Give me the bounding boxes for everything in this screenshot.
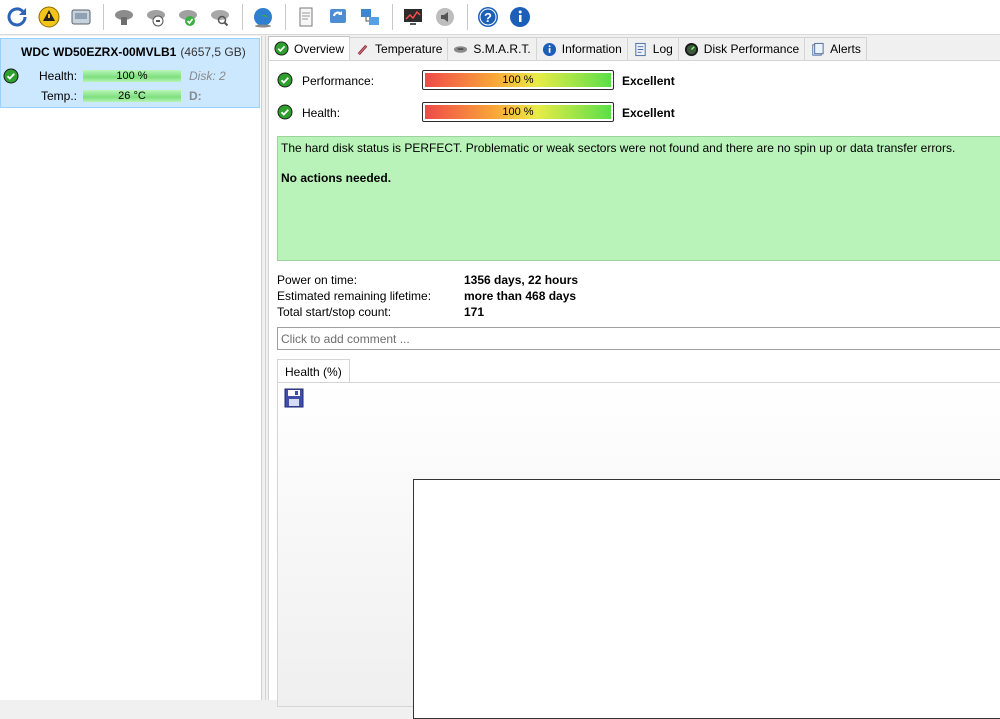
info-icon <box>542 42 556 56</box>
tab-smart[interactable]: S.M.A.R.T. <box>447 37 537 60</box>
performance-label: Performance: <box>302 74 375 88</box>
disk-list-item[interactable]: WDC WD50EZRX-00MVLB1 (4657,5 GB) Health: … <box>0 38 260 108</box>
health-bar-fill: 100 % <box>425 105 611 119</box>
disk-title: WDC WD50EZRX-00MVLB1 (4657,5 GB) <box>21 45 246 59</box>
disk-health-row: Health: 100 % Disk: 2 <box>1 68 259 84</box>
disk-name: WDC WD50EZRX-00MVLB1 <box>21 45 177 59</box>
tab-label: Alerts <box>830 42 861 56</box>
info-key: Estimated remaining lifetime: <box>277 289 432 303</box>
info-icon[interactable] <box>505 2 535 32</box>
performance-verdict: Excellent <box>622 74 675 88</box>
tab-disk-performance[interactable]: Disk Performance <box>677 37 806 60</box>
tab-overview[interactable]: Overview <box>268 36 351 60</box>
monitor-chart-icon[interactable] <box>398 2 428 32</box>
network-icon[interactable] <box>355 2 385 32</box>
status-summary: The hard disk status is PERFECT. Problem… <box>277 136 1000 261</box>
info-row-start-stop: Total start/stop count: 171 <box>277 305 677 321</box>
health-bar: 100 % <box>422 102 614 122</box>
health-mini-bar: 100 % <box>83 70 181 82</box>
toolbar-separator <box>285 4 286 30</box>
performance-bar: 100 % <box>422 70 614 90</box>
health-verdict: Excellent <box>622 106 675 120</box>
disk-list-panel: WDC WD50EZRX-00MVLB1 (4657,5 GB) Health: … <box>0 36 262 700</box>
tab-label: Overview <box>294 41 345 56</box>
performance-bar-fill: 100 % <box>425 73 611 87</box>
tab-health-chart[interactable]: Health (%) <box>277 359 350 383</box>
temp-mini-bar: 26 °C <box>83 90 181 102</box>
temp-label: Temp.: <box>41 89 78 103</box>
toolbar-separator <box>103 4 104 30</box>
check-icon <box>277 104 293 123</box>
svg-text:?: ? <box>484 10 492 25</box>
info-row-power-on: Power on time: 1356 days, 22 hours <box>277 273 677 289</box>
tab-information[interactable]: Information <box>535 37 628 60</box>
comment-field[interactable]: Click to add comment ... <box>277 327 1000 350</box>
tab-temperature[interactable]: Temperature <box>349 37 449 60</box>
tab-bar: Overview Temperature S.M.A.R.T. Informat… <box>268 36 867 60</box>
health-row: Health: 100 % Excellent <box>277 101 697 125</box>
drive-letter: D: <box>189 89 202 103</box>
toolbar-separator <box>242 4 243 30</box>
toolbar-separator <box>392 4 393 30</box>
tab-label: Disk Performance <box>703 42 800 56</box>
document-icon[interactable] <box>291 2 321 32</box>
panel-splitter[interactable] <box>262 36 266 700</box>
tab-label: Log <box>652 42 673 56</box>
info-key: Total start/stop count: <box>277 305 392 319</box>
save-icon[interactable] <box>284 388 304 408</box>
info-key: Power on time: <box>277 273 358 287</box>
health-label: Health: <box>302 106 341 120</box>
info-value: more than 468 days <box>464 289 577 303</box>
performance-row: Performance: 100 % Excellent <box>277 69 697 93</box>
info-value: 171 <box>464 305 485 319</box>
info-value: 1356 days, 22 hours <box>464 273 579 287</box>
drive-refresh-icon[interactable] <box>141 2 171 32</box>
health-chart-area <box>277 382 1000 719</box>
drive-gray-icon[interactable] <box>109 2 139 32</box>
tab-log[interactable]: Log <box>626 37 679 60</box>
tab-label: Temperature <box>375 42 443 56</box>
help-icon[interactable]: ? <box>473 2 503 32</box>
info-row-lifetime: Estimated remaining lifetime: more than … <box>277 289 677 305</box>
refresh-icon[interactable] <box>2 2 32 32</box>
thermometer-icon <box>357 44 368 55</box>
check-icon <box>277 72 293 91</box>
health-label: Health: <box>39 69 78 83</box>
check-icon <box>274 41 289 56</box>
log-icon <box>635 42 646 56</box>
disk-number: Disk: 2 <box>189 69 226 83</box>
overview-panel: Performance: 100 % Excellent Health: 100… <box>268 60 1000 719</box>
globe-icon[interactable] <box>248 2 278 32</box>
tab-alerts[interactable]: Alerts <box>804 37 867 60</box>
drive-smart-icon <box>454 45 468 53</box>
hard-drive-icon[interactable] <box>66 2 96 32</box>
warning-icon[interactable] <box>34 2 64 32</box>
disk-size: (4657,5 GB) <box>180 45 246 59</box>
drive-search-icon[interactable] <box>205 2 235 32</box>
toolbar-separator <box>467 4 468 30</box>
disk-info-grid: Power on time: 1356 days, 22 hours Estim… <box>277 273 677 321</box>
status-message: The hard disk status is PERFECT. Problem… <box>281 141 956 155</box>
alerts-icon <box>812 42 824 56</box>
speaker-icon[interactable] <box>430 2 460 32</box>
network-refresh-icon[interactable] <box>323 2 353 32</box>
disk-temp-row: Temp.: 26 °C D: <box>1 88 259 104</box>
action-message: No actions needed. <box>281 171 392 185</box>
gauge-icon <box>684 42 698 56</box>
tab-label: S.M.A.R.T. <box>473 42 531 56</box>
health-plot <box>413 479 1000 719</box>
main-toolbar: ? <box>0 0 1000 35</box>
check-icon <box>3 68 19 87</box>
tab-label: Information <box>561 42 622 56</box>
drive-check-icon[interactable] <box>173 2 203 32</box>
